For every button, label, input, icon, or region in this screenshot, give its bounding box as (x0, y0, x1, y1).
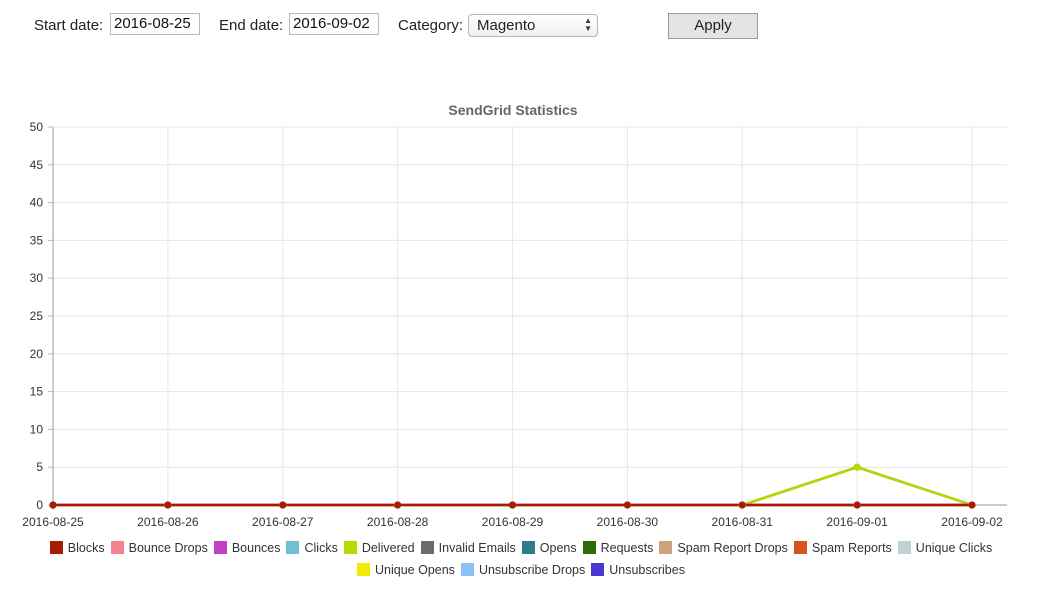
data-point-blocks (968, 501, 976, 509)
line-chart: SendGrid Statistics 0 5 10 15 20 25 30 35 40 45 50… (22, 102, 1007, 529)
data-point-blocks (164, 501, 172, 509)
legend-label: Unsubscribes (609, 562, 685, 577)
legend-item[interactable]: Clicks (286, 540, 338, 555)
data-point-blocks (509, 501, 516, 509)
y-tick-label: 10 (30, 422, 44, 436)
y-tick-label: 15 (30, 385, 44, 399)
legend-swatch (420, 540, 434, 554)
legend-item[interactable]: Unsubscribe Drops (460, 562, 586, 577)
legend-label: Opens (539, 540, 577, 555)
data-point-delivered (853, 463, 861, 471)
category-label: Category: (398, 17, 464, 34)
select-arrows-icon: ▲ ▼ (584, 16, 592, 33)
y-tick-label: 20 (30, 347, 44, 361)
legend-label: Unique Clicks (915, 540, 993, 555)
legend-swatch (286, 540, 300, 554)
data-point-blocks (394, 501, 402, 509)
legend-label: Bounces (231, 540, 281, 555)
x-tick-label: 2016-08-25 (22, 515, 84, 529)
legend-label: Spam Reports (811, 540, 892, 555)
x-tick-label: 2016-08-31 (712, 515, 774, 529)
chart-title: SendGrid Statistics (448, 102, 577, 118)
legend-item[interactable]: Unique Clicks (897, 540, 993, 555)
x-tick-label: 2016-09-02 (941, 515, 1003, 529)
legend-swatch (460, 562, 474, 576)
x-tick-label: 2016-08-30 (597, 515, 659, 529)
legend-label: Blocks (67, 540, 105, 555)
legend-swatch (582, 540, 596, 554)
y-tick-label: 35 (30, 233, 44, 247)
y-tick-label: 25 (30, 309, 44, 323)
legend-swatch (591, 562, 605, 576)
x-tick-label: 2016-08-26 (137, 515, 199, 529)
legend-swatch (897, 540, 911, 554)
category-selected-value: Magento (477, 17, 536, 34)
legend-item[interactable]: Spam Report Drops (659, 540, 788, 555)
legend-item[interactable]: Blocks (49, 540, 105, 555)
legend-label: Requests (600, 540, 654, 555)
x-tick-label: 2016-08-28 (367, 515, 429, 529)
legend-swatch (213, 540, 227, 554)
end-date-label: End date: (219, 17, 284, 34)
chart-legend: Blocks Bounce Drops Bounces Clicks Delivered… (0, 540, 1042, 584)
legend-swatch (343, 540, 357, 554)
data-point-blocks (853, 501, 861, 509)
chart-grid (48, 126, 1007, 510)
legend-swatch (49, 540, 63, 554)
legend-row: Blocks Bounce Drops Bounces Clicks Delivered… (0, 540, 1042, 562)
legend-label: Unsubscribe Drops (478, 562, 586, 577)
legend-swatch (521, 540, 535, 554)
legend-swatch (357, 562, 371, 576)
legend-item[interactable]: Delivered (343, 540, 415, 555)
legend-item[interactable]: Spam Reports (793, 540, 892, 555)
legend-label: Spam Report Drops (677, 540, 788, 555)
y-tick-label: 30 (30, 271, 44, 285)
legend-item[interactable]: Invalid Emails (420, 540, 516, 555)
x-tick-label: 2016-08-27 (252, 515, 314, 529)
legend-label: Clicks (304, 540, 338, 555)
filter-bar: Start date: 2016-08-25 End date: 2016-09… (0, 0, 1042, 50)
legend-swatch (793, 540, 807, 554)
legend-swatch (110, 540, 124, 554)
legend-row: Unique Opens Unsubscribe Drops Unsubscribe… (0, 562, 1042, 584)
start-date-label: Start date: (34, 17, 104, 34)
y-tick-label: 40 (30, 196, 44, 210)
y-tick-label: 0 (36, 498, 43, 512)
x-tick-label: 2016-09-01 (826, 515, 888, 529)
legend-item[interactable]: Requests (582, 540, 654, 555)
legend-swatch (659, 540, 673, 554)
data-point-blocks (49, 501, 57, 509)
end-date-input[interactable]: 2016-09-02 (289, 13, 379, 35)
data-point-blocks (738, 501, 746, 509)
y-tick-label: 45 (30, 158, 44, 172)
legend-item[interactable]: Unsubscribes (591, 562, 685, 577)
y-axis-ticks: 0 5 10 15 20 25 30 35 40 45 50 (30, 120, 44, 512)
data-point-blocks (279, 501, 287, 509)
category-select[interactable]: Magento ▲ ▼ (468, 14, 598, 37)
x-axis-ticks: 2016-08-25 2016-08-26 2016-08-27 2016-08-28… (22, 515, 1003, 529)
apply-button[interactable]: Apply (668, 13, 758, 39)
legend-label: Delivered (361, 540, 415, 555)
legend-label: Bounce Drops (128, 540, 208, 555)
legend-item[interactable]: Bounces (213, 540, 281, 555)
legend-item[interactable]: Opens (521, 540, 577, 555)
data-point-blocks (623, 501, 631, 509)
x-tick-label: 2016-08-29 (482, 515, 544, 529)
y-tick-label: 50 (30, 120, 44, 134)
start-date-input[interactable]: 2016-08-25 (110, 13, 200, 35)
y-tick-label: 5 (36, 460, 43, 474)
legend-item[interactable]: Bounce Drops (110, 540, 208, 555)
legend-label: Unique Opens (375, 562, 455, 577)
legend-label: Invalid Emails (438, 540, 516, 555)
legend-item[interactable]: Unique Opens (357, 562, 455, 577)
